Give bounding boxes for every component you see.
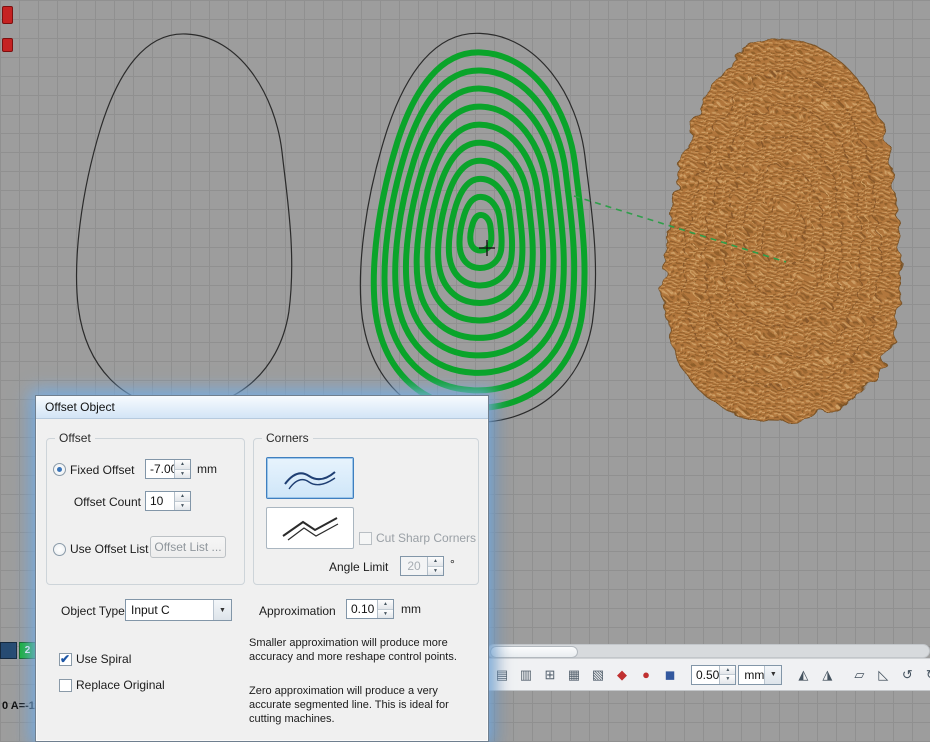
angle-limit-label: Angle Limit xyxy=(329,560,388,574)
spinner-down-icon[interactable] xyxy=(428,567,443,576)
fixed-offset-input[interactable]: -7.00 xyxy=(145,459,191,479)
spinner-up-icon[interactable] xyxy=(428,557,443,567)
mirror-vertical-icon[interactable]: ◮ xyxy=(816,664,838,686)
approximation-label: Approximation xyxy=(259,604,336,618)
rotate-cw-icon[interactable]: ↻ xyxy=(920,664,930,686)
chevron-down-icon xyxy=(213,600,231,620)
approximation-unit: mm xyxy=(401,602,421,616)
layer-badge-1[interactable] xyxy=(0,642,17,659)
hoop-icon[interactable]: ◆ xyxy=(611,664,633,686)
spinner-down-icon[interactable] xyxy=(720,675,735,684)
outline-view-icon[interactable]: ▥ xyxy=(515,664,537,686)
spiral-offsets xyxy=(374,52,585,407)
connectors-icon[interactable]: ▧ xyxy=(587,664,609,686)
use-offset-list-radio[interactable] xyxy=(53,543,66,556)
replace-original-checkbox[interactable] xyxy=(59,679,72,692)
fixed-offset-radio[interactable] xyxy=(53,463,66,476)
smooth-corners-icon xyxy=(279,464,341,492)
horizontal-scrollbar[interactable] xyxy=(487,644,930,658)
toolbar-icons-mirror: ◭◮ xyxy=(792,664,838,686)
red-marker2-icon[interactable] xyxy=(2,38,13,52)
angle-limit-input[interactable]: 20 xyxy=(400,556,444,576)
object-type-dropdown[interactable]: Input C xyxy=(125,599,232,621)
use-spiral-label: Use Spiral xyxy=(76,652,131,666)
offset-list-button[interactable]: Offset List ... xyxy=(150,536,226,558)
offset-count-input[interactable]: 10 xyxy=(145,491,191,511)
outline-shape[interactable] xyxy=(77,34,292,408)
layer-badge-2[interactable]: 2 xyxy=(19,642,36,659)
smooth-corners-button[interactable] xyxy=(266,457,354,499)
stitch-length-input[interactable]: 0.50 xyxy=(691,665,736,685)
use-offset-list-label: Use Offset List xyxy=(70,542,148,556)
density-icon[interactable]: ◼ xyxy=(659,664,681,686)
spinner-up-icon[interactable] xyxy=(720,666,735,676)
dialog-titlebar[interactable]: Offset Object xyxy=(36,396,488,419)
cut-sharp-corners-label: Cut Sharp Corners xyxy=(376,531,476,545)
red-marker-icon[interactable] xyxy=(2,6,13,24)
fixed-offset-label: Fixed Offset xyxy=(70,463,134,477)
chevron-down-icon xyxy=(764,666,781,684)
dialog-title: Offset Object xyxy=(45,400,115,414)
toolbar-icons-left: ▤▥⊞▦▧◆●◼ xyxy=(491,664,681,686)
grid-toggle-icon[interactable]: ⊞ xyxy=(539,664,561,686)
spinner-up-icon[interactable] xyxy=(378,600,393,610)
rotate-ccw-icon[interactable]: ↺ xyxy=(896,664,918,686)
unit-value: mm xyxy=(739,666,764,684)
use-spiral-checkbox[interactable] xyxy=(59,653,72,666)
cut-sharp-corners-checkbox[interactable] xyxy=(359,532,372,545)
sharp-corners-icon xyxy=(279,514,341,542)
corners-group-label: Corners xyxy=(262,431,313,445)
object-type-label: Object Type xyxy=(61,604,125,618)
spinner-down-icon[interactable] xyxy=(175,470,190,479)
spinner-up-icon[interactable] xyxy=(175,460,190,470)
spinner-down-icon[interactable] xyxy=(378,610,393,619)
toolbar-icons-rotate: ▱◺↺↻ xyxy=(848,664,930,686)
angle-limit-unit: ° xyxy=(450,557,455,571)
stitch-length-value: 0.50 xyxy=(692,666,719,684)
unit-dropdown[interactable]: mm xyxy=(738,665,782,685)
offset-count-label: Offset Count xyxy=(55,495,141,509)
offset-object-dialog: Offset Object Offset Fixed Offset -7.00 … xyxy=(35,395,489,742)
fixed-offset-unit: mm xyxy=(197,462,217,476)
offset-group: Offset Fixed Offset -7.00 mm Offset Coun… xyxy=(46,438,245,585)
sharp-corners-button[interactable] xyxy=(266,507,354,549)
spinner-down-icon[interactable] xyxy=(175,502,190,511)
skew-left-icon[interactable]: ◺ xyxy=(872,664,894,686)
offset-group-label: Offset xyxy=(55,431,95,445)
bottom-bar: ▤▥⊞▦▧◆●◼ 0.50 mm ◭◮ ▱◺↺↻ xyxy=(487,644,930,691)
stitch-view-icon[interactable]: ▤ xyxy=(491,664,513,686)
mirror-horizontal-icon[interactable]: ◭ xyxy=(792,664,814,686)
scrollbar-thumb[interactable] xyxy=(490,646,578,658)
approximation-help-1: Smaller approximation will produce more … xyxy=(249,636,477,664)
layer-badges: 2 xyxy=(0,642,36,659)
bottom-toolbar: ▤▥⊞▦▧◆●◼ 0.50 mm ◭◮ ▱◺↺↻ xyxy=(487,658,930,691)
spinner-up-icon[interactable] xyxy=(175,492,190,502)
corners-group: Corners Cut Sharp Corners Angle Limit 20… xyxy=(253,438,479,585)
skew-icon[interactable]: ▱ xyxy=(848,664,870,686)
stitched-shape[interactable] xyxy=(663,39,900,421)
replace-original-label: Replace Original xyxy=(76,678,165,692)
approximation-help-2: Zero approximation will produce a very a… xyxy=(249,684,477,726)
spiral-offset-shape[interactable] xyxy=(360,33,595,422)
needle-points-icon[interactable]: ▦ xyxy=(563,664,585,686)
thread-color-icon[interactable]: ● xyxy=(635,664,657,686)
approximation-input[interactable]: 0.10 xyxy=(346,599,394,619)
